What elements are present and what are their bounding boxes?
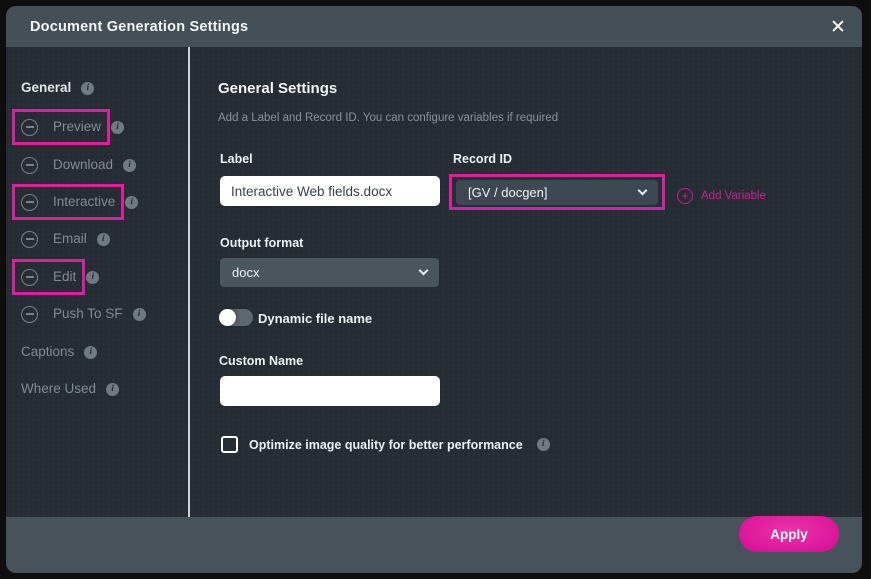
- info-icon: i: [123, 159, 136, 172]
- page-title: General Settings: [218, 80, 337, 97]
- output-format-selected-value: docx: [232, 265, 259, 280]
- dialog-footer: [6, 517, 862, 573]
- label-field-label: Label: [220, 152, 253, 166]
- add-variable-label: Add Variable: [701, 190, 766, 202]
- minus-circle-icon: [21, 269, 38, 286]
- info-icon: i: [125, 196, 138, 209]
- sidebar-item-download[interactable]: Download i: [21, 156, 136, 174]
- sidebar-item-email[interactable]: Email i: [21, 230, 110, 248]
- sidebar-item-label: Captions: [21, 343, 74, 361]
- minus-circle-icon: [21, 231, 38, 248]
- info-icon: i: [106, 383, 119, 396]
- sidebar-item-label: Edit: [53, 268, 76, 286]
- optimize-image-quality-label: Optimize image quality for better perfor…: [249, 438, 523, 452]
- sidebar-item-preview[interactable]: Preview i: [21, 118, 124, 136]
- toggle-knob: [219, 309, 236, 326]
- sidebar-item-general[interactable]: General i: [21, 79, 94, 97]
- sidebar-item-label: Push To SF: [53, 305, 123, 323]
- label-input[interactable]: [220, 176, 440, 206]
- apply-button[interactable]: Apply: [739, 516, 839, 552]
- page-subtitle: Add a Label and Record ID. You can confi…: [218, 112, 558, 124]
- info-icon: i: [81, 82, 94, 95]
- sidebar-item-push-to-sf[interactable]: Push To SF i: [21, 305, 146, 323]
- record-id-selected-value: [GV / docgen]: [468, 185, 548, 200]
- sidebar-item-edit[interactable]: Edit i: [21, 268, 99, 286]
- sidebar-item-label: Preview: [53, 118, 101, 136]
- record-id-label: Record ID: [453, 152, 512, 166]
- sidebar-item-label: Email: [53, 230, 87, 248]
- sidebar-item-captions[interactable]: Captions i: [21, 343, 97, 361]
- sidebar-item-label: Where Used: [21, 380, 96, 398]
- optimize-image-quality-row: Optimize image quality for better perfor…: [221, 436, 550, 453]
- dynamic-file-name-label: Dynamic file name: [258, 311, 372, 326]
- chevron-down-icon: [419, 266, 429, 276]
- minus-circle-icon: [21, 119, 38, 136]
- info-icon: i: [84, 346, 97, 359]
- close-icon[interactable]: ✕: [824, 13, 852, 41]
- info-icon: i: [86, 271, 99, 284]
- output-format-label: Output format: [220, 236, 303, 250]
- chevron-down-icon: [638, 186, 648, 196]
- screen: Document Generation Settings ✕ General i…: [0, 0, 871, 579]
- custom-name-label: Custom Name: [219, 354, 303, 368]
- optimize-image-quality-checkbox[interactable]: [221, 436, 238, 453]
- info-icon: i: [537, 438, 550, 451]
- dynamic-file-name-toggle[interactable]: [219, 309, 253, 326]
- custom-name-input[interactable]: [220, 376, 440, 406]
- sidebar-item-label: General: [21, 79, 71, 97]
- sidebar-item-where-used[interactable]: Where Used i: [21, 380, 119, 398]
- sidebar-item-label: Interactive: [53, 193, 115, 211]
- info-icon: i: [97, 233, 110, 246]
- minus-circle-icon: [21, 194, 38, 211]
- dialog-title: Document Generation Settings: [30, 19, 248, 35]
- sidebar-item-label: Download: [53, 156, 113, 174]
- minus-circle-icon: [21, 306, 38, 323]
- minus-circle-icon: [21, 157, 38, 174]
- output-format-dropdown[interactable]: docx: [220, 258, 439, 287]
- sidebar-item-interactive[interactable]: Interactive i: [21, 193, 138, 211]
- info-icon: i: [111, 121, 124, 134]
- info-icon: i: [133, 308, 146, 321]
- document-generation-settings-dialog: Document Generation Settings ✕ General i…: [6, 6, 862, 573]
- sidebar-divider: [188, 47, 190, 517]
- add-variable-button[interactable]: + Add Variable: [677, 188, 766, 204]
- plus-circle-icon: +: [677, 188, 693, 204]
- dialog-header: Document Generation Settings: [6, 6, 862, 47]
- record-id-dropdown[interactable]: [GV / docgen]: [456, 180, 658, 205]
